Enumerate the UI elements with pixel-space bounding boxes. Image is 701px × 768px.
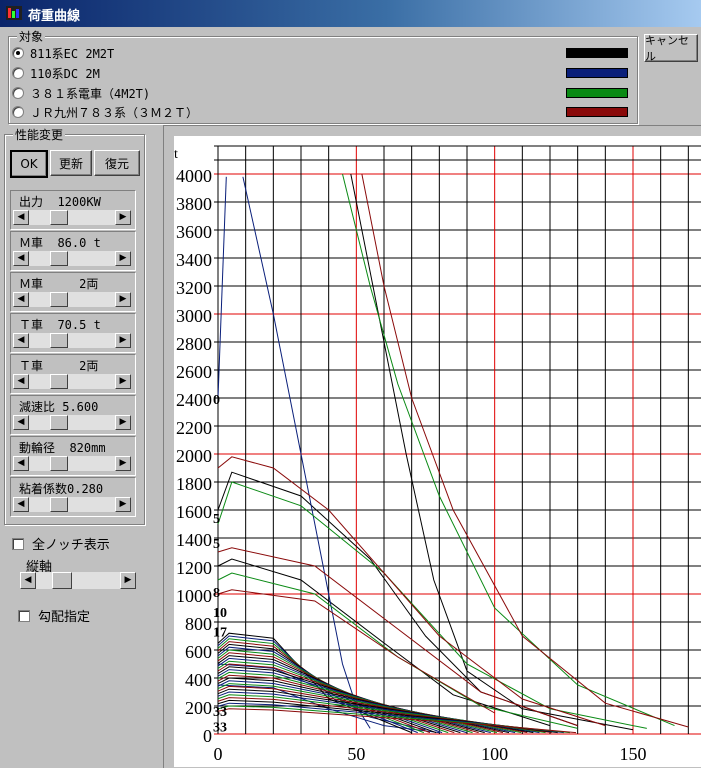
x-tick-label: 100 [481,744,508,764]
notch-label: 8 [213,586,220,601]
notch-label: 5 [213,537,220,552]
y-tick-label: 3600 [176,222,212,242]
series-line [342,173,675,727]
y-tick-label: 1000 [176,586,212,606]
x-tick-label: 0 [214,744,223,764]
x-tick-label: 150 [620,744,647,764]
y-tick-label: 1600 [176,502,212,522]
y-tick-label: 400 [185,670,212,690]
y-tick-label: 1200 [176,558,212,578]
y-tick-label: 1400 [176,530,212,550]
y-tick-label: 2800 [176,334,212,354]
notch-label: 33 [213,721,227,736]
load-curve-chart: 0200400600800100012001400160018002000220… [174,145,701,764]
y-tick-label: 2600 [176,362,212,382]
notch-label: 17 [213,625,227,640]
y-tick-label: 3800 [176,194,212,214]
x-tick-label: 50 [347,744,365,764]
y-tick-label: 200 [185,698,212,718]
series-line [217,176,227,399]
y-tick-label: 600 [185,642,212,662]
notch-label: 5 [213,512,220,527]
y-tick-label: 800 [185,614,212,634]
series-line [242,176,371,729]
notch-label: 33 [213,705,227,720]
notch-label: 0 [213,393,220,408]
series-line [350,173,634,731]
notch-label: 10 [213,606,227,621]
y-tick-label: 0 [203,726,212,746]
series-line [361,173,689,728]
y-tick-label: 2000 [176,446,212,466]
y-tick-label: 2200 [176,418,212,438]
y-tick-label: 2400 [176,390,212,410]
y-tick-label: 4000 [176,166,212,186]
y-tick-label: 3400 [176,250,212,270]
y-tick-label: 3000 [176,306,212,326]
y-axis-label: t [174,147,178,162]
y-tick-label: 1800 [176,474,212,494]
y-tick-label: 3200 [176,278,212,298]
